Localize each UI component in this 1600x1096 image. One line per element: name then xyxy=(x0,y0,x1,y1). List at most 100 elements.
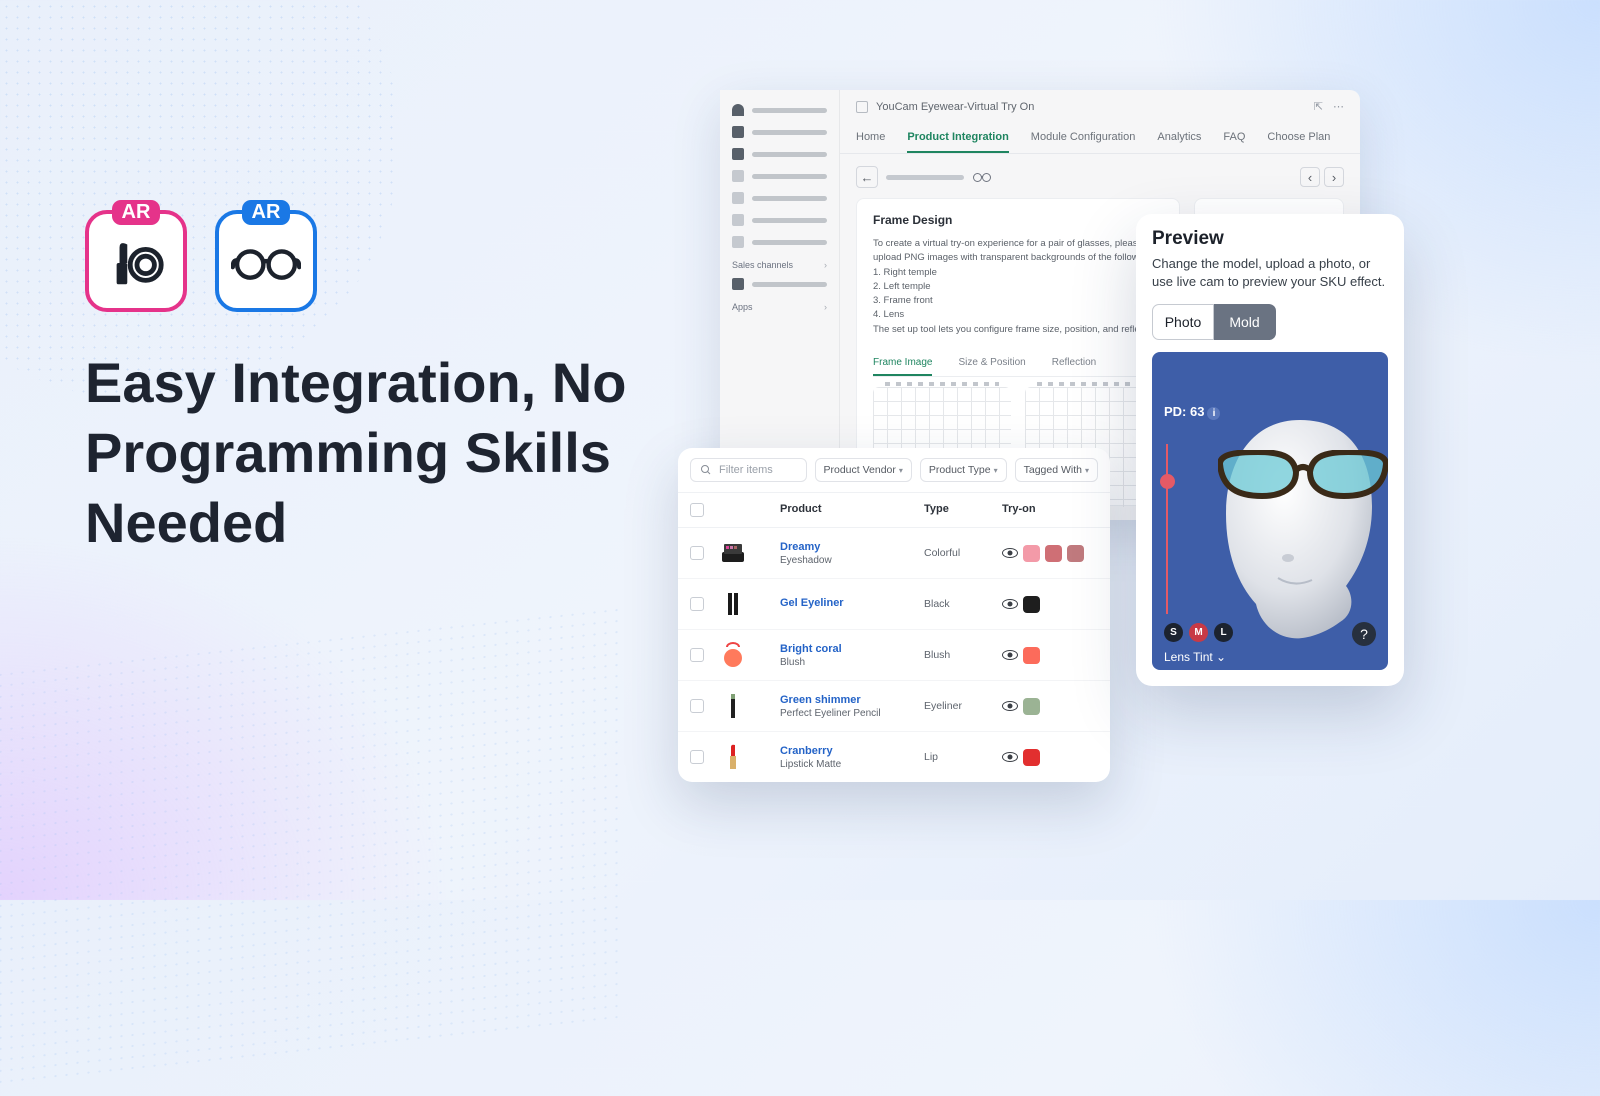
panel-intro: To create a virtual try-on experience fo… xyxy=(873,237,1163,266)
app-title: YouCam Eyewear-Virtual Try On xyxy=(876,101,1034,113)
tab-module-config[interactable]: Module Configuration xyxy=(1031,123,1136,153)
lens-tint-dropdown[interactable]: Lens Tint xyxy=(1164,650,1226,664)
ar-tag: AR xyxy=(112,200,161,225)
swatch[interactable] xyxy=(1023,749,1040,766)
table-row: DreamyEyeshadow Colorful xyxy=(678,528,1110,579)
more-icon[interactable]: ⋯ xyxy=(1333,100,1344,113)
tab-analytics[interactable]: Analytics xyxy=(1157,123,1201,153)
toggle-photo[interactable]: Photo xyxy=(1152,304,1214,340)
product-type: Blush xyxy=(924,649,1002,661)
glasses-icon xyxy=(231,230,301,292)
back-button[interactable]: ← xyxy=(856,166,878,188)
panel-list-4: 4. Lens xyxy=(873,308,1163,322)
product-subtitle: Perfect Eyeliner Pencil xyxy=(780,708,924,719)
subtab-reflection[interactable]: Reflection xyxy=(1052,351,1096,376)
panel-footnote: The set up tool lets you configure frame… xyxy=(873,323,1163,337)
product-thumb xyxy=(718,640,748,670)
glasses-mini-icon xyxy=(972,167,992,187)
tab-home[interactable]: Home xyxy=(856,123,885,153)
filter-type[interactable]: Product Type xyxy=(920,458,1007,482)
row-checkbox[interactable] xyxy=(690,750,704,764)
eye-icon[interactable] xyxy=(1002,599,1018,609)
store-icon xyxy=(732,278,744,290)
product-name-link[interactable]: Bright coral xyxy=(780,643,924,655)
row-checkbox[interactable] xyxy=(690,546,704,560)
eye-icon[interactable] xyxy=(1002,548,1018,558)
next-button[interactable]: › xyxy=(1324,167,1344,187)
col-type: Type xyxy=(924,503,1002,517)
sidebar-heading-sales[interactable]: Sales channels xyxy=(732,260,827,270)
tryon-cell xyxy=(1002,596,1098,613)
select-all-checkbox[interactable] xyxy=(690,503,704,517)
preview-viewer[interactable]: PD: 63i S M L ? Lens Tint xyxy=(1152,352,1388,670)
size-s[interactable]: S xyxy=(1164,623,1183,642)
product-name-link[interactable]: Dreamy xyxy=(780,541,924,553)
swatch[interactable] xyxy=(1045,545,1062,562)
home-icon xyxy=(732,104,744,116)
size-l[interactable]: L xyxy=(1214,623,1233,642)
breadcrumb: ← ‹› xyxy=(840,154,1360,198)
product-type: Eyeliner xyxy=(924,700,1002,712)
slider-knob[interactable] xyxy=(1160,474,1175,489)
product-type: Colorful xyxy=(924,547,1002,559)
product-type: Black xyxy=(924,598,1002,610)
ar-tag: AR xyxy=(242,200,291,225)
pin-icon[interactable]: ⇱ xyxy=(1314,100,1323,113)
search-input[interactable]: Filter items xyxy=(690,458,807,482)
product-subtitle: Blush xyxy=(780,657,924,668)
badge-row: AR AR xyxy=(85,210,685,312)
tab-choose-plan[interactable]: Choose Plan xyxy=(1267,123,1330,153)
subtab-size-position[interactable]: Size & Position xyxy=(958,351,1025,376)
panel-list-3: 3. Frame front xyxy=(873,294,1163,308)
orders-icon xyxy=(732,126,744,138)
swatch[interactable] xyxy=(1023,545,1040,562)
toggle-mold[interactable]: Mold xyxy=(1214,304,1276,340)
prev-button[interactable]: ‹ xyxy=(1300,167,1320,187)
eye-icon[interactable] xyxy=(1002,650,1018,660)
filter-tagged[interactable]: Tagged With xyxy=(1015,458,1098,482)
size-m[interactable]: M xyxy=(1189,623,1208,642)
tryon-cell xyxy=(1002,698,1098,715)
makeup-ar-badge: AR xyxy=(85,210,187,312)
help-button[interactable]: ? xyxy=(1352,622,1376,646)
tryon-cell xyxy=(1002,545,1098,562)
discounts-icon xyxy=(732,236,744,248)
row-checkbox[interactable] xyxy=(690,648,704,662)
product-name-link[interactable]: Cranberry xyxy=(780,745,924,757)
preview-mode-toggle: Photo Mold xyxy=(1152,304,1388,340)
mannequin-head-icon xyxy=(1204,414,1388,642)
swatch[interactable] xyxy=(1023,596,1040,613)
row-checkbox[interactable] xyxy=(690,699,704,713)
swatch[interactable] xyxy=(1067,545,1084,562)
eye-icon[interactable] xyxy=(1002,701,1018,711)
product-subtitle: Lipstick Matte xyxy=(780,759,924,770)
tab-faq[interactable]: FAQ xyxy=(1223,123,1245,153)
table-row: Gel Eyeliner Black xyxy=(678,579,1110,630)
eye-icon[interactable] xyxy=(1002,752,1018,762)
size-selector: S M L xyxy=(1164,623,1233,642)
table-row: Bright coralBlush Blush xyxy=(678,630,1110,681)
marketing-icon xyxy=(732,214,744,226)
product-name-link[interactable]: Gel Eyeliner xyxy=(780,597,924,609)
filter-vendor[interactable]: Product Vendor xyxy=(815,458,912,482)
sidebar-heading-apps[interactable]: Apps xyxy=(732,302,827,312)
table-row: CranberryLipstick Matte Lip xyxy=(678,732,1110,782)
product-thumb xyxy=(718,538,748,568)
col-product: Product xyxy=(774,503,924,517)
hero-headline: Easy Integration, No Programming Skills … xyxy=(85,348,685,558)
subtab-frame-image[interactable]: Frame Image xyxy=(873,351,932,376)
swatch[interactable] xyxy=(1023,698,1040,715)
table-header: Product Type Try-on xyxy=(678,493,1110,528)
panel-list-1: 1. Right temple xyxy=(873,266,1163,280)
tag-icon xyxy=(732,148,744,160)
preview-desc: Change the model, upload a photo, or use… xyxy=(1152,255,1388,292)
panel-list-2: 2. Left temple xyxy=(873,280,1163,294)
hero: AR AR Easy Integration, No Programming S… xyxy=(85,210,685,558)
tab-product-integration[interactable]: Product Integration xyxy=(907,123,1008,153)
admin-titlebar: YouCam Eyewear-Virtual Try On ⇱ ⋯ xyxy=(840,90,1360,123)
swatch[interactable] xyxy=(1023,647,1040,664)
admin-tabs: Home Product Integration Module Configur… xyxy=(840,123,1360,154)
pd-slider[interactable] xyxy=(1166,444,1168,614)
product-name-link[interactable]: Green shimmer xyxy=(780,694,924,706)
row-checkbox[interactable] xyxy=(690,597,704,611)
